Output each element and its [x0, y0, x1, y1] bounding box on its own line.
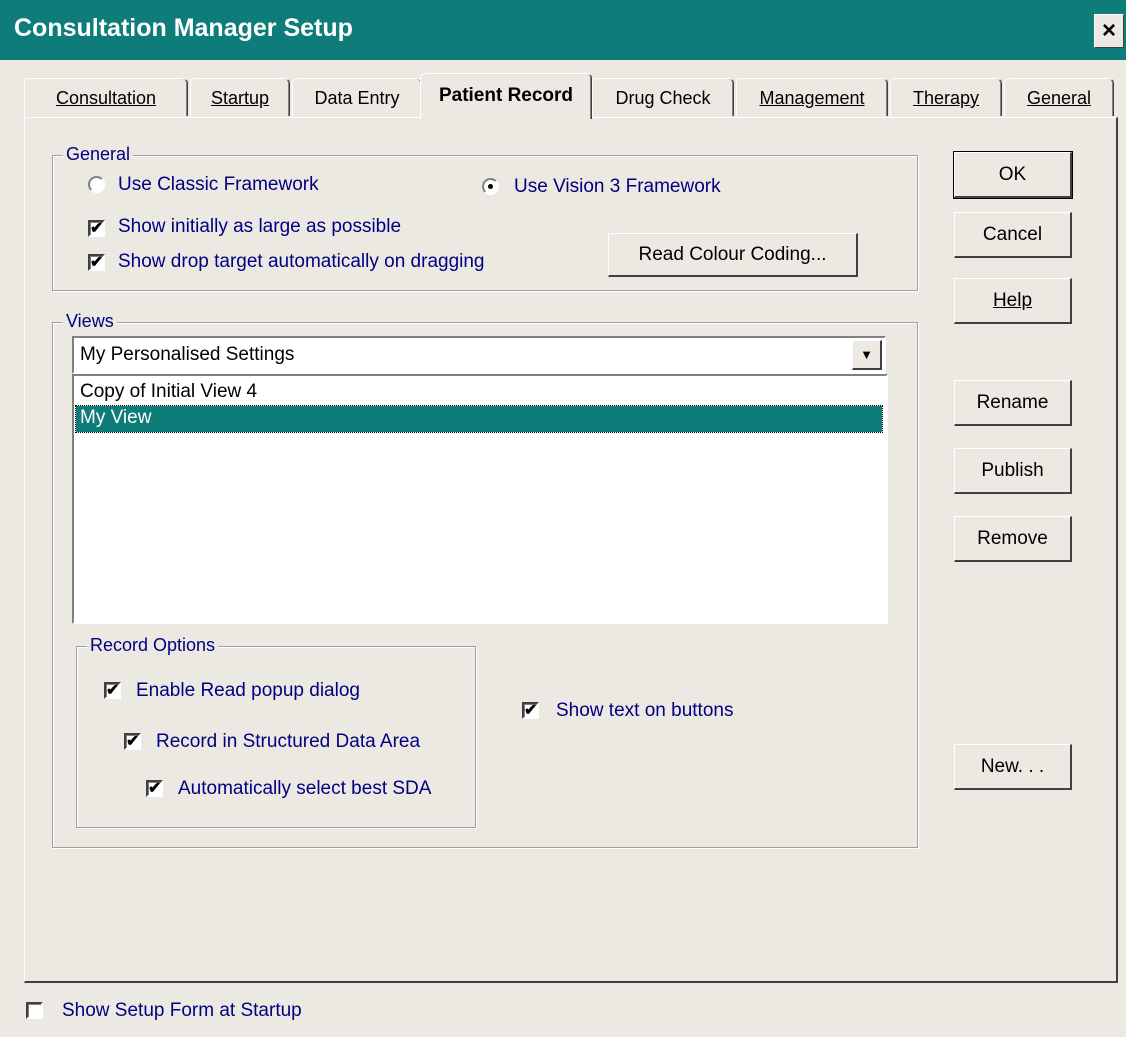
- tab-consultation[interactable]: Consultation: [24, 78, 188, 116]
- classic-framework-radio[interactable]: [88, 176, 105, 193]
- general-legend: General: [63, 144, 134, 165]
- list-item[interactable]: Copy of Initial View 4: [80, 380, 257, 406]
- tab-patient-record[interactable]: Patient Record: [420, 73, 592, 119]
- tab-management[interactable]: Management: [736, 78, 888, 116]
- views-dropdown[interactable]: My Personalised Settings ▼: [72, 336, 886, 374]
- publish-button[interactable]: Publish: [954, 448, 1072, 494]
- tab-startup[interactable]: Startup: [190, 78, 290, 116]
- large-possible-checkbox[interactable]: ✔: [88, 220, 105, 237]
- show-text-buttons-label: Show text on buttons: [556, 700, 734, 721]
- tab-therapy[interactable]: Therapy: [890, 78, 1002, 116]
- vision3-framework-label: Use Vision 3 Framework: [514, 176, 721, 197]
- auto-sda-label: Automatically select best SDA: [178, 778, 432, 799]
- large-possible-label: Show initially as large as possible: [118, 216, 402, 237]
- record-sda-checkbox[interactable]: ✔: [124, 733, 141, 750]
- window-title: Consultation Manager Setup: [14, 14, 353, 42]
- tab-bar: Consultation Startup Data Entry Patient …: [24, 73, 1118, 119]
- tab-drug-check[interactable]: Drug Check: [592, 78, 734, 116]
- cancel-button[interactable]: Cancel: [954, 212, 1072, 258]
- tab-general[interactable]: General: [1004, 78, 1114, 116]
- views-legend: Views: [63, 311, 117, 332]
- list-item-selected[interactable]: My View: [75, 405, 883, 433]
- views-dropdown-value: My Personalised Settings: [80, 344, 295, 365]
- show-text-buttons-checkbox[interactable]: ✔: [522, 702, 539, 719]
- read-colour-coding-button[interactable]: Read Colour Coding...: [608, 233, 858, 277]
- enable-popup-label: Enable Read popup dialog: [136, 680, 360, 701]
- remove-button[interactable]: Remove: [954, 516, 1072, 562]
- radio-selected-dot: [488, 184, 493, 189]
- close-button[interactable]: ×: [1094, 14, 1124, 48]
- show-setup-checkbox[interactable]: [26, 1002, 43, 1019]
- tab-data-entry[interactable]: Data Entry: [292, 78, 422, 116]
- views-listbox[interactable]: Copy of Initial View 4 My View: [72, 374, 888, 624]
- drop-target-label: Show drop target automatically on draggi…: [118, 251, 485, 272]
- vision3-framework-radio[interactable]: [482, 178, 499, 195]
- classic-framework-label: Use Classic Framework: [118, 174, 319, 195]
- title-bar: Consultation Manager Setup ×: [0, 0, 1126, 60]
- show-setup-label: Show Setup Form at Startup: [62, 1000, 302, 1021]
- rename-button[interactable]: Rename: [954, 380, 1072, 426]
- record-sda-label: Record in Structured Data Area: [156, 731, 421, 752]
- enable-popup-checkbox[interactable]: ✔: [104, 682, 121, 699]
- drop-target-checkbox[interactable]: ✔: [88, 254, 105, 271]
- new-button[interactable]: New. . .: [954, 744, 1072, 790]
- record-options-legend: Record Options: [87, 635, 219, 656]
- chevron-down-icon[interactable]: ▼: [852, 340, 882, 370]
- ok-button[interactable]: OK: [953, 151, 1073, 199]
- auto-sda-checkbox[interactable]: ✔: [146, 780, 163, 797]
- help-button[interactable]: Help: [954, 278, 1072, 324]
